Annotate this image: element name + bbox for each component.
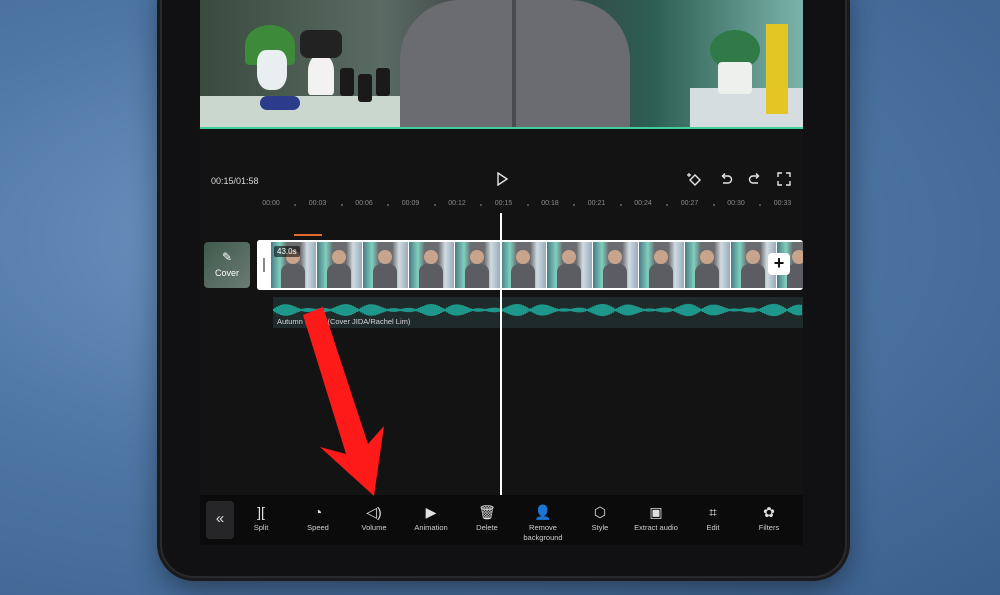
ruler-tick: 00:12 [448, 200, 466, 207]
crop-icon: ⌗ [709, 504, 717, 520]
tool-label: Extract audio [634, 523, 678, 532]
ruler-dot [387, 204, 390, 206]
clip-duration: 43.0s [274, 246, 300, 257]
tool-label: Style [591, 523, 609, 532]
volume-icon: ◁) [366, 504, 382, 520]
split-icon: ][ [257, 504, 265, 520]
ruler-tick: 00:18 [541, 200, 559, 207]
ruler-tick: 00:06 [355, 200, 373, 207]
ruler-dot [759, 204, 762, 206]
bottom-toolbar: « ][ Split ◔ Speed ◁) Volume ▶ Animation 🗑 Delete… [200, 495, 803, 545]
ruler-tick: 00:21 [587, 200, 606, 207]
editor-screen: 00:15/01:58 00:00 00:03 00:06 00:09 00:12 00:… [200, 0, 803, 545]
ruler-dot [340, 204, 343, 206]
waveform [273, 303, 802, 317]
tool-label: Delete [476, 523, 498, 532]
keyframe-icon[interactable] [686, 172, 704, 191]
ruler-dot [294, 204, 297, 206]
ruler-dot [666, 204, 669, 206]
clip-thumbnail [593, 242, 639, 288]
animation-icon: ▶ [425, 504, 437, 520]
extract-audio-icon: ▣ [649, 504, 663, 520]
filters-icon: ✿ [763, 504, 775, 520]
ruler-dot [433, 204, 436, 206]
double-chevron-left-icon[interactable]: « [206, 501, 234, 539]
video-track[interactable]: 43.0s [257, 240, 803, 290]
tool-label: Animation [414, 523, 448, 532]
clip-thumbnail [317, 242, 363, 288]
clip-thumbnail [547, 242, 593, 288]
tool-delete[interactable]: 🗑 Delete [457, 503, 517, 533]
add-clip-button[interactable]: + [768, 253, 790, 275]
style-icon: ⬡ [593, 504, 607, 520]
cover-label: Cover [214, 268, 239, 278]
audio-track[interactable]: Autumn Leave (Cover JIDA/Rachel Lim) [273, 297, 803, 328]
playhead[interactable] [500, 213, 502, 495]
timeline-accent [294, 234, 322, 236]
tool-label: Remove background [523, 523, 563, 542]
clip-thumbnail [639, 242, 685, 288]
ruler-dot [480, 204, 483, 206]
ruler-tick: 00:03 [308, 200, 327, 207]
tool-animation[interactable]: ▶ Animation [401, 503, 461, 533]
cover-button[interactable]: ✎ Cover [204, 242, 250, 288]
speed-icon: ◔ [313, 504, 323, 520]
tool-split[interactable]: ][ Split [231, 503, 291, 533]
ruler-dot [712, 204, 715, 206]
tool-label: Volume [361, 523, 387, 532]
tool-speed[interactable]: ◔ Speed [288, 503, 348, 533]
ruler-dot [619, 204, 622, 206]
clip-thumbnail [685, 242, 731, 288]
trash-icon: 🗑 [478, 504, 496, 520]
tool-style[interactable]: ⬡ Style [570, 503, 630, 533]
tool-volume[interactable]: ◁) Volume [344, 503, 404, 533]
ruler-dot [573, 204, 576, 206]
trim-handle-left[interactable] [257, 240, 271, 290]
fullscreen-icon[interactable] [777, 172, 791, 189]
tool-label: Filters [758, 523, 780, 532]
video-preview[interactable] [200, 0, 803, 129]
clip-thumbnail [501, 242, 547, 288]
ruler-dot [526, 204, 529, 206]
clip-thumbnail [455, 242, 501, 288]
clip-thumbnail [363, 242, 409, 288]
ruler-tick: 00:00 [262, 200, 280, 207]
tool-edit[interactable]: ⌗ Edit [683, 503, 743, 533]
ruler-tick: 00:33 [773, 200, 792, 207]
tool-label: Speed [307, 523, 329, 532]
ruler-tick: 00:09 [401, 200, 420, 207]
tool-label: Split [253, 523, 269, 532]
play-icon[interactable] [495, 171, 509, 189]
tool-remove-background[interactable]: 👤 Remove background [513, 503, 573, 543]
playback-time: 00:15/01:58 [211, 176, 259, 186]
tool-extract-audio[interactable]: ▣ Extract audio [626, 503, 686, 533]
undo-icon[interactable] [719, 172, 733, 189]
clip-thumbnail [409, 242, 455, 288]
tool-filters[interactable]: ✿ Filters [739, 503, 799, 533]
time-ruler[interactable]: 00:00 00:03 00:06 00:09 00:12 00:15 00:18 00:21… [257, 200, 803, 212]
audio-track-name: Autumn Leave (Cover JIDA/Rachel Lim) [277, 317, 411, 326]
ruler-tick: 00:27 [680, 200, 699, 207]
tool-label: Edit [706, 523, 720, 532]
clip-frames [271, 242, 803, 288]
ruler-tick: 00:15 [494, 200, 513, 207]
remove-background-icon: 👤 [534, 504, 552, 520]
pencil-icon: ✎ [221, 250, 233, 264]
ruler-tick: 00:24 [634, 200, 652, 207]
redo-icon[interactable] [748, 172, 762, 189]
ruler-tick: 00:30 [727, 200, 745, 207]
